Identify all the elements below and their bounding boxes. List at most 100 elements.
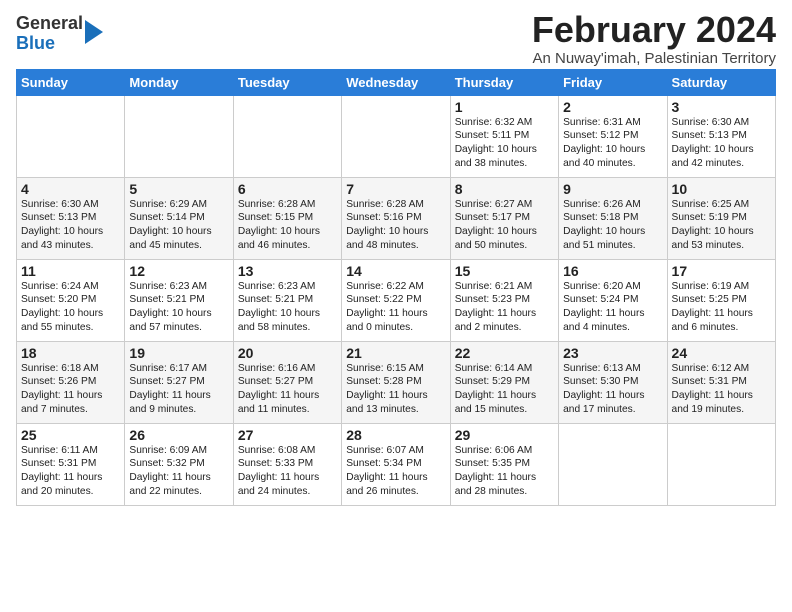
- table-row: [125, 95, 233, 177]
- day-details: Sunrise: 6:28 AM Sunset: 5:16 PM Dayligh…: [346, 198, 445, 253]
- day-details: Sunrise: 6:30 AM Sunset: 5:13 PM Dayligh…: [21, 198, 120, 253]
- day-details: Sunrise: 6:15 AM Sunset: 5:28 PM Dayligh…: [346, 362, 445, 417]
- table-row: 27Sunrise: 6:08 AM Sunset: 5:33 PM Dayli…: [233, 423, 341, 505]
- day-number: 10: [672, 181, 771, 197]
- day-details: Sunrise: 6:20 AM Sunset: 5:24 PM Dayligh…: [563, 280, 662, 335]
- table-row: 7Sunrise: 6:28 AM Sunset: 5:16 PM Daylig…: [342, 177, 450, 259]
- table-row: 17Sunrise: 6:19 AM Sunset: 5:25 PM Dayli…: [667, 259, 775, 341]
- day-number: 5: [129, 181, 228, 197]
- day-details: Sunrise: 6:24 AM Sunset: 5:20 PM Dayligh…: [21, 280, 120, 335]
- table-row: 15Sunrise: 6:21 AM Sunset: 5:23 PM Dayli…: [450, 259, 558, 341]
- table-row: [17, 95, 125, 177]
- table-row: 1Sunrise: 6:32 AM Sunset: 5:11 PM Daylig…: [450, 95, 558, 177]
- header-thursday: Thursday: [450, 69, 558, 95]
- header-tuesday: Tuesday: [233, 69, 341, 95]
- logo-text-block: General Blue: [16, 14, 83, 54]
- day-number: 19: [129, 345, 228, 361]
- day-details: Sunrise: 6:31 AM Sunset: 5:12 PM Dayligh…: [563, 116, 662, 171]
- calendar-week-row: 25Sunrise: 6:11 AM Sunset: 5:31 PM Dayli…: [17, 423, 776, 505]
- table-row: 24Sunrise: 6:12 AM Sunset: 5:31 PM Dayli…: [667, 341, 775, 423]
- day-details: Sunrise: 6:25 AM Sunset: 5:19 PM Dayligh…: [672, 198, 771, 253]
- calendar-body: 1Sunrise: 6:32 AM Sunset: 5:11 PM Daylig…: [17, 95, 776, 505]
- day-number: 27: [238, 427, 337, 443]
- table-row: 25Sunrise: 6:11 AM Sunset: 5:31 PM Dayli…: [17, 423, 125, 505]
- calendar-header: Sunday Monday Tuesday Wednesday Thursday…: [17, 69, 776, 95]
- table-row: 20Sunrise: 6:16 AM Sunset: 5:27 PM Dayli…: [233, 341, 341, 423]
- table-row: 4Sunrise: 6:30 AM Sunset: 5:13 PM Daylig…: [17, 177, 125, 259]
- table-row: 6Sunrise: 6:28 AM Sunset: 5:15 PM Daylig…: [233, 177, 341, 259]
- day-details: Sunrise: 6:30 AM Sunset: 5:13 PM Dayligh…: [672, 116, 771, 171]
- logo-blue: Blue: [16, 33, 55, 53]
- table-row: 11Sunrise: 6:24 AM Sunset: 5:20 PM Dayli…: [17, 259, 125, 341]
- logo: General Blue: [16, 14, 103, 54]
- day-details: Sunrise: 6:07 AM Sunset: 5:34 PM Dayligh…: [346, 444, 445, 499]
- day-number: 18: [21, 345, 120, 361]
- table-row: 13Sunrise: 6:23 AM Sunset: 5:21 PM Dayli…: [233, 259, 341, 341]
- day-number: 13: [238, 263, 337, 279]
- day-details: Sunrise: 6:19 AM Sunset: 5:25 PM Dayligh…: [672, 280, 771, 335]
- day-number: 20: [238, 345, 337, 361]
- table-row: 2Sunrise: 6:31 AM Sunset: 5:12 PM Daylig…: [559, 95, 667, 177]
- header-wednesday: Wednesday: [342, 69, 450, 95]
- calendar-week-row: 1Sunrise: 6:32 AM Sunset: 5:11 PM Daylig…: [17, 95, 776, 177]
- table-row: 26Sunrise: 6:09 AM Sunset: 5:32 PM Dayli…: [125, 423, 233, 505]
- day-details: Sunrise: 6:27 AM Sunset: 5:17 PM Dayligh…: [455, 198, 554, 253]
- table-row: 22Sunrise: 6:14 AM Sunset: 5:29 PM Dayli…: [450, 341, 558, 423]
- day-number: 7: [346, 181, 445, 197]
- day-number: 22: [455, 345, 554, 361]
- day-number: 4: [21, 181, 120, 197]
- calendar-table: Sunday Monday Tuesday Wednesday Thursday…: [16, 69, 776, 506]
- header-row-days: Sunday Monday Tuesday Wednesday Thursday…: [17, 69, 776, 95]
- day-details: Sunrise: 6:12 AM Sunset: 5:31 PM Dayligh…: [672, 362, 771, 417]
- table-row: 18Sunrise: 6:18 AM Sunset: 5:26 PM Dayli…: [17, 341, 125, 423]
- header-friday: Friday: [559, 69, 667, 95]
- header-saturday: Saturday: [667, 69, 775, 95]
- day-number: 24: [672, 345, 771, 361]
- day-number: 26: [129, 427, 228, 443]
- table-row: 14Sunrise: 6:22 AM Sunset: 5:22 PM Dayli…: [342, 259, 450, 341]
- day-number: 14: [346, 263, 445, 279]
- table-row: [559, 423, 667, 505]
- header-monday: Monday: [125, 69, 233, 95]
- day-details: Sunrise: 6:32 AM Sunset: 5:11 PM Dayligh…: [455, 116, 554, 171]
- table-row: 23Sunrise: 6:13 AM Sunset: 5:30 PM Dayli…: [559, 341, 667, 423]
- table-row: 21Sunrise: 6:15 AM Sunset: 5:28 PM Dayli…: [342, 341, 450, 423]
- calendar-week-row: 18Sunrise: 6:18 AM Sunset: 5:26 PM Dayli…: [17, 341, 776, 423]
- table-row: 12Sunrise: 6:23 AM Sunset: 5:21 PM Dayli…: [125, 259, 233, 341]
- day-details: Sunrise: 6:16 AM Sunset: 5:27 PM Dayligh…: [238, 362, 337, 417]
- table-row: 29Sunrise: 6:06 AM Sunset: 5:35 PM Dayli…: [450, 423, 558, 505]
- day-details: Sunrise: 6:26 AM Sunset: 5:18 PM Dayligh…: [563, 198, 662, 253]
- day-number: 25: [21, 427, 120, 443]
- logo-arrow-icon: [85, 20, 103, 44]
- day-number: 2: [563, 99, 662, 115]
- day-details: Sunrise: 6:22 AM Sunset: 5:22 PM Dayligh…: [346, 280, 445, 335]
- day-details: Sunrise: 6:06 AM Sunset: 5:35 PM Dayligh…: [455, 444, 554, 499]
- table-row: [667, 423, 775, 505]
- day-details: Sunrise: 6:18 AM Sunset: 5:26 PM Dayligh…: [21, 362, 120, 417]
- day-details: Sunrise: 6:29 AM Sunset: 5:14 PM Dayligh…: [129, 198, 228, 253]
- table-row: 19Sunrise: 6:17 AM Sunset: 5:27 PM Dayli…: [125, 341, 233, 423]
- day-number: 12: [129, 263, 228, 279]
- day-details: Sunrise: 6:13 AM Sunset: 5:30 PM Dayligh…: [563, 362, 662, 417]
- day-number: 6: [238, 181, 337, 197]
- day-number: 28: [346, 427, 445, 443]
- table-row: 8Sunrise: 6:27 AM Sunset: 5:17 PM Daylig…: [450, 177, 558, 259]
- day-details: Sunrise: 6:08 AM Sunset: 5:33 PM Dayligh…: [238, 444, 337, 499]
- day-number: 23: [563, 345, 662, 361]
- header-sunday: Sunday: [17, 69, 125, 95]
- day-number: 17: [672, 263, 771, 279]
- day-number: 21: [346, 345, 445, 361]
- day-number: 15: [455, 263, 554, 279]
- table-row: 3Sunrise: 6:30 AM Sunset: 5:13 PM Daylig…: [667, 95, 775, 177]
- day-number: 8: [455, 181, 554, 197]
- calendar-week-row: 11Sunrise: 6:24 AM Sunset: 5:20 PM Dayli…: [17, 259, 776, 341]
- day-number: 9: [563, 181, 662, 197]
- logo-general: General: [16, 13, 83, 33]
- calendar-week-row: 4Sunrise: 6:30 AM Sunset: 5:13 PM Daylig…: [17, 177, 776, 259]
- page-container: General Blue February 2024 An Nuway'imah…: [0, 0, 792, 512]
- day-number: 11: [21, 263, 120, 279]
- day-number: 29: [455, 427, 554, 443]
- day-number: 1: [455, 99, 554, 115]
- header-row: General Blue February 2024 An Nuway'imah…: [16, 10, 776, 67]
- title-block: February 2024 An Nuway'imah, Palestinian…: [532, 10, 776, 67]
